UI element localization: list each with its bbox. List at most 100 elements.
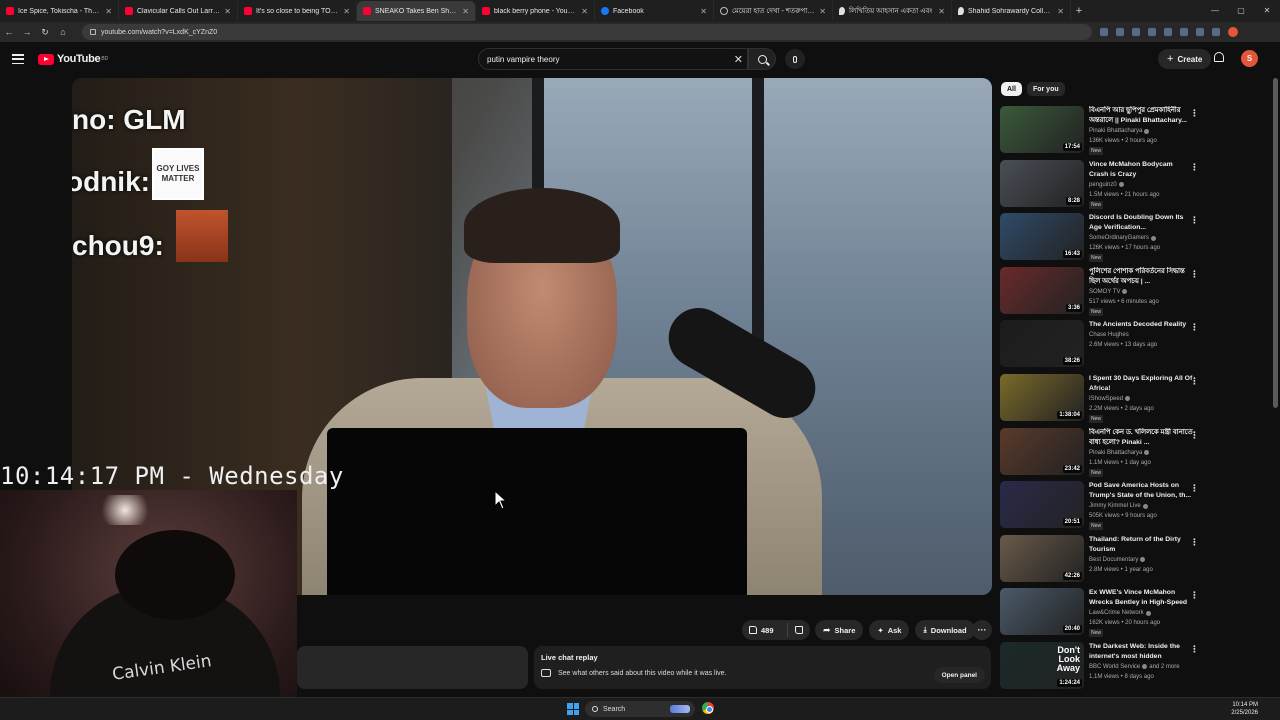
open-panel-button[interactable]: Open panel <box>933 667 985 683</box>
scrollbar[interactable] <box>1273 78 1278 408</box>
search-button[interactable] <box>748 48 776 70</box>
video-title[interactable]: Vince McMahon Bodycam Crash is Crazy <box>1089 160 1193 180</box>
notifications-icon[interactable] <box>1214 52 1224 62</box>
extension-icon[interactable] <box>1116 28 1124 36</box>
recommended-video[interactable]: 20:51 Pod Save America Hosts on Trump's S… <box>1000 481 1205 535</box>
video-title[interactable]: Discord Is Doubling Down Its Age Verific… <box>1089 213 1193 233</box>
recommended-video[interactable]: 38:26 The Ancients Decoded Reality Chase H… <box>1000 320 1205 374</box>
video-title[interactable]: পুলিশের পোশাক পরিবর্তনের সিদ্ধান্ত ছিল অ… <box>1089 267 1193 287</box>
channel-name[interactable]: Chase Hughes <box>1089 330 1129 340</box>
extension-icon[interactable] <box>1196 28 1204 36</box>
profile-avatar-icon[interactable] <box>1228 27 1238 37</box>
more-options-icon[interactable]: ⋮ <box>1190 322 1199 333</box>
browser-tab[interactable]: মেয়েরা হাত দেখা - শতরুপা ডেকো ✕ <box>714 1 833 21</box>
browser-tab[interactable]: Clavicular Calls Out Larry When ✕ <box>119 1 238 21</box>
back-icon[interactable]: ← <box>0 27 18 37</box>
channel-name[interactable]: Pinaki Bhattacharya <box>1089 448 1142 458</box>
close-tab-icon[interactable]: ✕ <box>1057 7 1064 16</box>
windows-start-icon[interactable] <box>567 703 579 715</box>
video-thumbnail[interactable]: Don't Look Away 1:24:24 <box>1000 641 1084 689</box>
video-title[interactable]: The Ancients Decoded Reality <box>1089 320 1193 330</box>
close-tab-icon[interactable]: ✕ <box>105 7 112 16</box>
channel-name[interactable]: SOMOY TV <box>1089 287 1120 297</box>
recommended-video[interactable]: 16:43 Discord Is Doubling Down Its Age Ve… <box>1000 213 1205 267</box>
home-icon[interactable]: ⌂ <box>54 27 72 37</box>
video-title[interactable]: The Darkest Web: Inside the internet's m… <box>1089 642 1193 662</box>
channel-name[interactable]: Pinaki Bhattacharya <box>1089 126 1142 136</box>
browser-tab[interactable]: Shahid Sohrawardy College, Kh ✕ <box>952 1 1071 21</box>
browser-tab[interactable]: লিখিতিয় আহসান একতা এবং ✕ <box>833 1 952 21</box>
close-tab-icon[interactable]: ✕ <box>224 7 231 16</box>
extension-icon[interactable] <box>1212 28 1220 36</box>
clear-search-icon[interactable]: ✕ <box>734 53 743 66</box>
recommended-video[interactable]: 3:36 পুলিশের পোশাক পরিবর্তনের সিদ্ধান্ত ছ… <box>1000 266 1205 321</box>
browser-tab[interactable]: Ice Spice, Tokischa - Thootie - Y✕ <box>0 1 119 21</box>
video-title[interactable]: Pod Save America Hosts on Trump's State … <box>1089 481 1193 501</box>
download-button[interactable]: ⤓ Download <box>915 620 975 640</box>
video-thumbnail[interactable]: 42:26 <box>1000 534 1084 582</box>
extension-icon[interactable] <box>1132 28 1140 36</box>
browser-tab[interactable]: It's so close to being TOTALLY✕ <box>238 1 357 21</box>
close-tab-icon[interactable]: ✕ <box>581 7 588 16</box>
channel-name[interactable]: IShowSpeed <box>1089 394 1123 404</box>
create-button[interactable]: + Create <box>1158 49 1212 69</box>
chip-for-you[interactable]: For you <box>1026 82 1065 96</box>
more-options-icon[interactable]: ⋮ <box>1190 430 1199 441</box>
voice-search-button[interactable] <box>785 49 805 69</box>
channel-name[interactable]: BBC World Service <box>1089 662 1140 672</box>
search-input[interactable]: putin vampire theory ✕ <box>478 48 748 70</box>
user-avatar[interactable]: S <box>1241 50 1258 67</box>
reload-icon[interactable]: ↻ <box>36 27 54 38</box>
more-options-icon[interactable]: ⋮ <box>1190 215 1199 226</box>
close-tab-icon[interactable]: ✕ <box>462 7 469 16</box>
video-thumbnail[interactable]: 17:54 <box>1000 106 1084 153</box>
extension-icon[interactable] <box>1148 28 1156 36</box>
video-title[interactable]: Ex WWE's Vince McMahon Wrecks Bentley in… <box>1089 588 1193 608</box>
video-thumbnail[interactable]: 1:38:04 <box>1000 373 1084 421</box>
extension-icon[interactable] <box>1164 28 1172 36</box>
channel-name[interactable]: Jimmy Kimmel Live <box>1089 501 1141 511</box>
video-thumbnail[interactable]: 20:40 <box>1000 588 1084 636</box>
more-options-icon[interactable]: ⋮ <box>1190 162 1199 173</box>
system-clock[interactable]: 10:14 PM 2/25/2026 <box>1231 701 1258 717</box>
recommended-video[interactable]: 23:42 বিএনপি কেন ড. খলিলকে মন্ত্রী বানাতে… <box>1000 427 1205 482</box>
chrome-icon[interactable] <box>702 702 714 714</box>
new-tab-icon[interactable]: + <box>1071 5 1087 17</box>
close-tab-icon[interactable]: ✕ <box>938 7 945 16</box>
dislike-button[interactable] <box>788 626 810 634</box>
video-title[interactable]: বিএনপি কেন ড. খলিলকে মন্ত্রী বানাতে বাধ্… <box>1089 428 1193 448</box>
video-thumbnail[interactable]: 16:43 <box>1000 213 1084 261</box>
recommended-video[interactable]: 20:40 Ex WWE's Vince McMahon Wrecks Bentl… <box>1000 588 1205 642</box>
chip-all[interactable]: All <box>1001 82 1022 96</box>
forward-icon[interactable]: → <box>18 27 36 37</box>
video-thumbnail[interactable]: 20:51 <box>1000 481 1084 529</box>
video-thumbnail[interactable]: 23:42 <box>1000 427 1084 475</box>
recommended-video[interactable]: Don't Look Away 1:24:24 The Darkest Web: I… <box>1000 641 1205 696</box>
menu-icon[interactable] <box>12 54 24 64</box>
close-tab-icon[interactable]: ✕ <box>700 7 707 16</box>
more-actions-icon[interactable]: ··· <box>972 620 992 640</box>
more-options-icon[interactable]: ⋮ <box>1190 590 1199 601</box>
like-button[interactable]: 489 <box>742 623 788 637</box>
close-window-icon[interactable]: ✕ <box>1254 6 1280 15</box>
browser-tab[interactable]: black berry phone - YouTube ✕ <box>476 1 595 21</box>
channel-name[interactable]: Law&Crime Network <box>1089 608 1144 618</box>
description-box[interactable] <box>297 646 528 689</box>
extension-icon[interactable] <box>1100 28 1108 36</box>
more-options-icon[interactable]: ⋮ <box>1190 537 1199 548</box>
more-options-icon[interactable]: ⋮ <box>1190 376 1199 387</box>
youtube-logo[interactable]: YouTube BD <box>38 53 108 65</box>
site-info-icon[interactable] <box>90 29 96 35</box>
share-button[interactable]: ➦ Share <box>815 620 864 640</box>
video-thumbnail[interactable]: 3:36 <box>1000 266 1084 314</box>
ask-button[interactable]: ✦ Ask <box>869 620 910 640</box>
minimize-icon[interactable]: — <box>1202 6 1228 15</box>
channel-name[interactable]: Best Documentary <box>1089 555 1138 565</box>
recommended-video[interactable]: 42:26 Thailand: Return of the Dirty Touri… <box>1000 534 1205 589</box>
recommended-video[interactable]: 8:28 Vince McMahon Bodycam Crash is Crazy… <box>1000 159 1205 214</box>
more-options-icon[interactable]: ⋮ <box>1190 483 1199 494</box>
browser-tab[interactable]: Facebook ✕ <box>595 1 714 21</box>
video-title[interactable]: Thailand: Return of the Dirty Tourism <box>1089 535 1193 555</box>
video-title[interactable]: I Spent 30 Days Exploring All Of Africa! <box>1089 374 1193 394</box>
video-title[interactable]: বিএনপি আর ছুপিপুর প্রেমকাহিনীর অন্তরালে … <box>1089 106 1193 126</box>
